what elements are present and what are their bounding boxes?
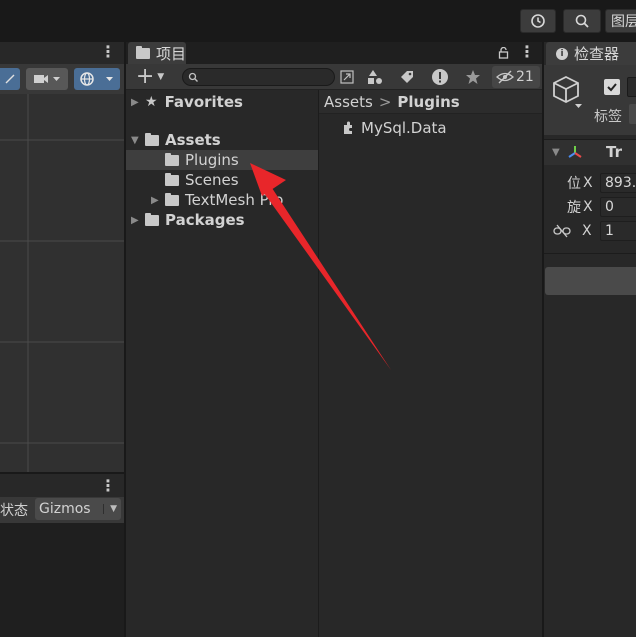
annotation-arrow xyxy=(250,163,391,370)
